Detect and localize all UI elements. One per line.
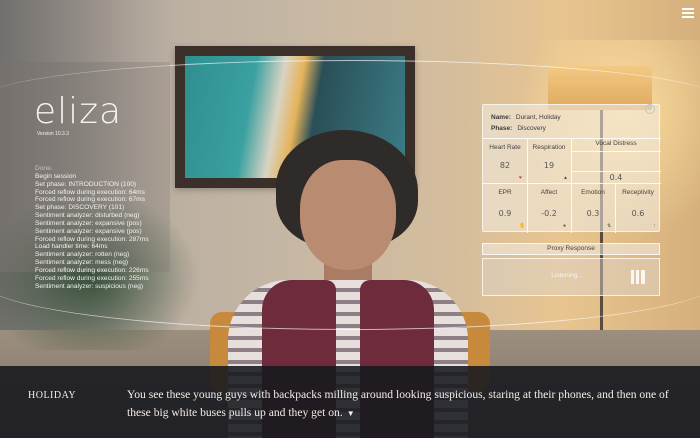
dialogue-text-container: You see these young guys with backpacks … xyxy=(127,386,687,423)
log-line: Done. xyxy=(35,165,53,172)
respiration-value: 19 xyxy=(543,161,555,170)
epr-value: 0.9 xyxy=(498,209,512,218)
client-phase-row: Phase: Discovery xyxy=(491,125,546,132)
lungs-icon: ▲ xyxy=(563,175,568,181)
log-line: Set phase: INTRODUCTION (100) xyxy=(35,180,137,188)
log-line: Forced reflow during execution: 64ms xyxy=(35,188,145,196)
proxy-response-title: Proxy Response xyxy=(547,245,595,252)
proxy-response-header: Proxy Response xyxy=(482,243,660,255)
log-line: Sentiment analyzer: mess (neg) xyxy=(35,259,129,267)
log-line: Forced reflow during execution: 67ms xyxy=(35,196,145,204)
proxy-response-box[interactable]: Listening... xyxy=(482,258,660,296)
client-vitals-panel: Name: Durant, Holiday Phase: Discovery Hea… xyxy=(482,104,661,233)
log-line: Forced reflow during execution: 255ms xyxy=(35,274,149,282)
receptivity-label: Receptivity xyxy=(622,189,654,196)
triangle-down-icon[interactable]: ▼ xyxy=(347,409,355,418)
heart-icon: ♥ xyxy=(519,175,522,181)
arrow-up-icon: ↑ xyxy=(653,223,656,229)
vocal-distress-label: Vocal Distress xyxy=(595,140,637,147)
respiration-label: Respiration xyxy=(532,144,566,151)
divider xyxy=(527,138,528,233)
dialogue-box[interactable]: HOLIDAY You see these young guys with ba… xyxy=(0,366,700,438)
divider xyxy=(571,151,661,152)
divider xyxy=(571,138,572,233)
log-line: Sentiment analyzer: suspicious (neg) xyxy=(35,282,144,290)
system-log: Done. Begin session Set phase: INTRODUCTIO… xyxy=(35,165,185,291)
log-line: Forced reflow during execution: 226ms xyxy=(35,266,149,274)
gear-icon[interactable]: ⚙ xyxy=(645,104,655,114)
log-line: Sentiment analyzer: rotten (neg) xyxy=(35,251,130,259)
log-line: Forced reflow during execution: 287ms xyxy=(35,235,149,243)
log-line: Load handler time: 64ms xyxy=(35,243,108,251)
log-line: Set phase: DISCOVERY (101) xyxy=(35,204,125,212)
affect-value: -0.2 xyxy=(541,209,557,218)
heart-rate-value: 82 xyxy=(499,161,511,170)
affect-icon: ● xyxy=(563,223,567,229)
epr-label: EPR xyxy=(498,189,512,196)
client-phase-label: Phase: xyxy=(491,125,513,132)
client-name-label: Name: xyxy=(491,114,511,121)
dialogue-text: You see these young guys with backpacks … xyxy=(127,388,669,419)
divider xyxy=(483,138,661,139)
heart-rate-label: Heart Rate xyxy=(489,144,521,151)
log-line: Sentiment analyzer: expansive (pos) xyxy=(35,219,142,227)
eliza-logo: eliza xyxy=(34,91,123,132)
menu-bar xyxy=(682,16,694,18)
client-name-row: Name: Durant, Holiday xyxy=(491,114,561,121)
grid-icon xyxy=(631,270,645,284)
client-phase: Discovery xyxy=(517,125,546,132)
log-line: Sentiment analyzer: expansive (pos) xyxy=(35,227,142,235)
emotion-value: 0.3 xyxy=(586,209,600,218)
affect-label: Affect xyxy=(540,189,558,196)
hand-icon: ✋ xyxy=(519,223,526,229)
divider xyxy=(483,183,661,184)
menu-bar xyxy=(682,12,694,14)
menu-bar xyxy=(682,8,694,10)
receptivity-value: 0.6 xyxy=(631,209,645,218)
vocal-distress-value: 0.4 xyxy=(609,173,623,182)
emotion-label: Emotion xyxy=(581,189,605,196)
version-label: Version 10.3.3 xyxy=(37,131,69,137)
client-name: Durant, Holiday xyxy=(515,114,561,121)
arrows-icon: ⇅ xyxy=(607,223,612,229)
proxy-status: Listening... xyxy=(551,272,583,279)
log-line: Sentiment analyzer: disturbed (neg) xyxy=(35,212,140,220)
divider xyxy=(571,171,661,172)
hamburger-menu-icon[interactable] xyxy=(682,8,694,18)
character-face xyxy=(300,160,396,270)
log-line: Begin session xyxy=(35,172,77,180)
speaker-name: HOLIDAY xyxy=(28,390,77,401)
